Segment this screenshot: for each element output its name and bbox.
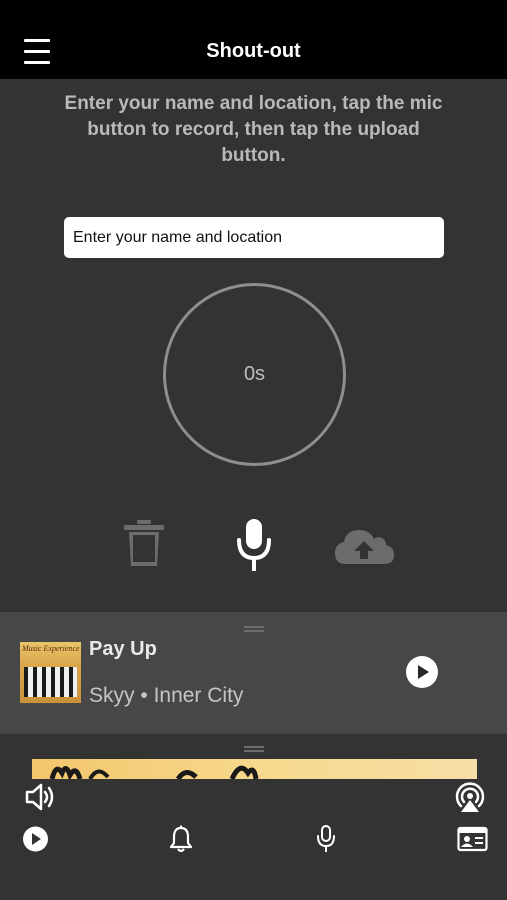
- cloud-upload-icon[interactable]: [332, 524, 396, 568]
- instructions-text: Enter your name and location, tap the mi…: [64, 93, 443, 166]
- album-banner: [32, 759, 477, 779]
- timer-value: 0s: [243, 363, 266, 385]
- meta-separator: •: [140, 684, 148, 707]
- song-artist: Skyy: [89, 684, 135, 707]
- name-location-input[interactable]: [64, 217, 444, 258]
- tab-bell-icon[interactable]: [169, 825, 193, 853]
- album-art-label: Music Experience: [22, 644, 80, 653]
- shoutout-recorder: Enter your name and location, tap the mi…: [0, 79, 507, 612]
- song-album: Inner City: [153, 684, 244, 707]
- trash-icon[interactable]: [122, 518, 166, 568]
- song-meta: Skyy • Inner City: [89, 684, 243, 708]
- tab-contact-card-icon[interactable]: [457, 825, 488, 853]
- airplay-icon[interactable]: [453, 780, 487, 814]
- drag-handle[interactable]: [244, 626, 264, 632]
- tab-microphone-icon[interactable]: [316, 825, 336, 853]
- player-bar: [0, 734, 507, 900]
- now-playing-card[interactable]: Music Experience Pay Up Skyy • Inner Cit…: [0, 612, 507, 734]
- page-title: Shout-out: [206, 40, 301, 62]
- microphone-icon[interactable]: [234, 518, 274, 572]
- album-art: Music Experience: [20, 642, 81, 703]
- recording-timer: 0s: [163, 283, 346, 466]
- song-title: Pay Up: [89, 638, 157, 660]
- top-bar: Shout-out: [0, 0, 507, 79]
- volume-icon[interactable]: [24, 782, 56, 812]
- play-icon[interactable]: [406, 656, 438, 688]
- drag-handle[interactable]: [244, 746, 264, 752]
- tab-play-icon[interactable]: [22, 825, 49, 853]
